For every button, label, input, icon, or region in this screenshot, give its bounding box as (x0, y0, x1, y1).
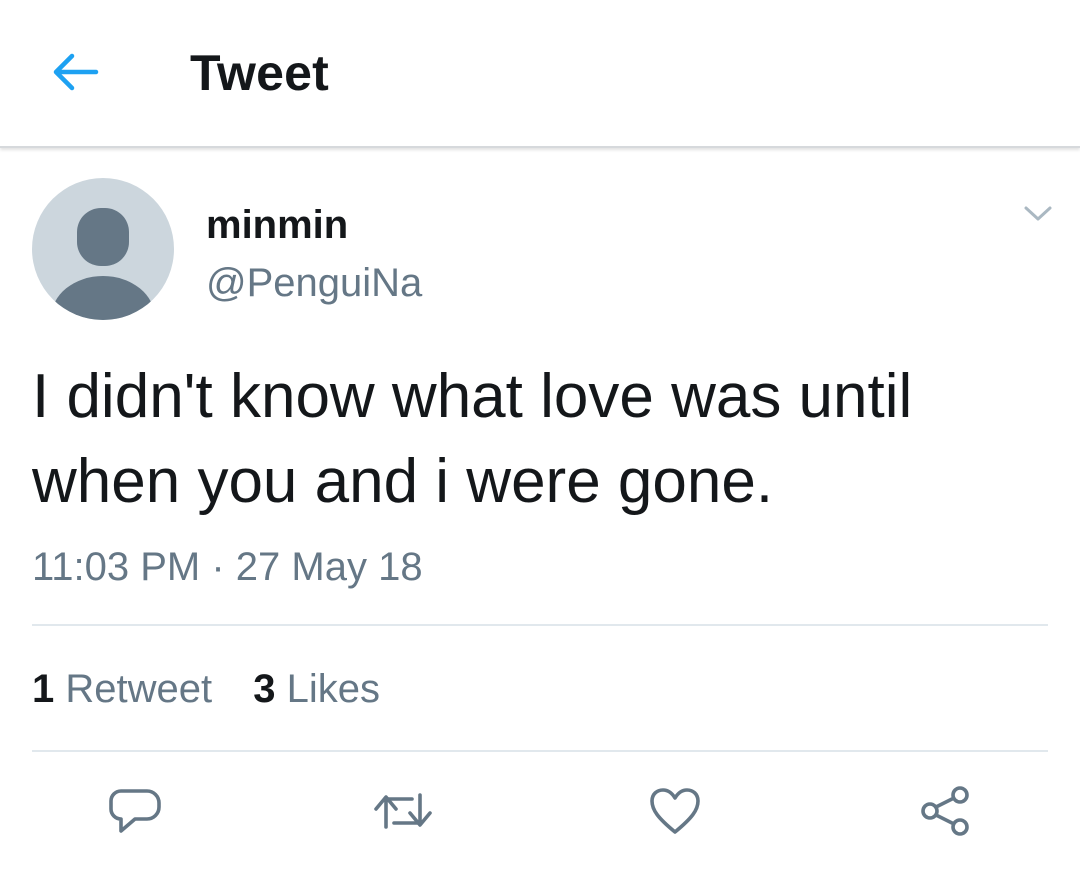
chevron-down-icon (1022, 204, 1054, 229)
retweet-label: Retweet (65, 667, 213, 711)
share-button[interactable] (914, 782, 976, 844)
retweet-count: 1 (32, 667, 55, 711)
share-icon (918, 784, 972, 843)
like-button[interactable] (644, 782, 706, 844)
author-handle[interactable]: @PenguiNa (206, 258, 422, 308)
tweet-options-button[interactable] (1018, 200, 1058, 232)
tweet-timestamp: 11:03 PM · 27 May 18 (32, 545, 423, 589)
reply-button[interactable] (104, 782, 166, 844)
retweet-button[interactable] (372, 782, 434, 844)
like-count: 3 (253, 667, 276, 711)
divider (32, 750, 1048, 752)
reply-icon (107, 785, 163, 842)
top-bar: Tweet (0, 0, 1080, 148)
like-label: Likes (286, 667, 381, 711)
author-display-name[interactable]: minmin (206, 200, 348, 250)
heart-icon (648, 786, 702, 841)
back-button[interactable] (46, 48, 104, 100)
retweet-count-link[interactable]: 1 Retweet (32, 664, 212, 714)
default-avatar-icon (51, 208, 155, 320)
arrow-left-icon (50, 52, 100, 97)
avatar[interactable] (32, 178, 174, 320)
tweet-text: I didn't know what love was until when y… (32, 362, 913, 516)
divider (32, 624, 1048, 626)
page-title: Tweet (190, 45, 329, 101)
retweet-icon (372, 789, 434, 838)
tweet-detail-screen: Tweet minmin @PenguiNa I didn't know wha… (0, 0, 1080, 881)
tweet-stats: 1 Retweet 3 Likes (32, 664, 410, 714)
like-count-link[interactable]: 3 Likes (253, 664, 380, 714)
